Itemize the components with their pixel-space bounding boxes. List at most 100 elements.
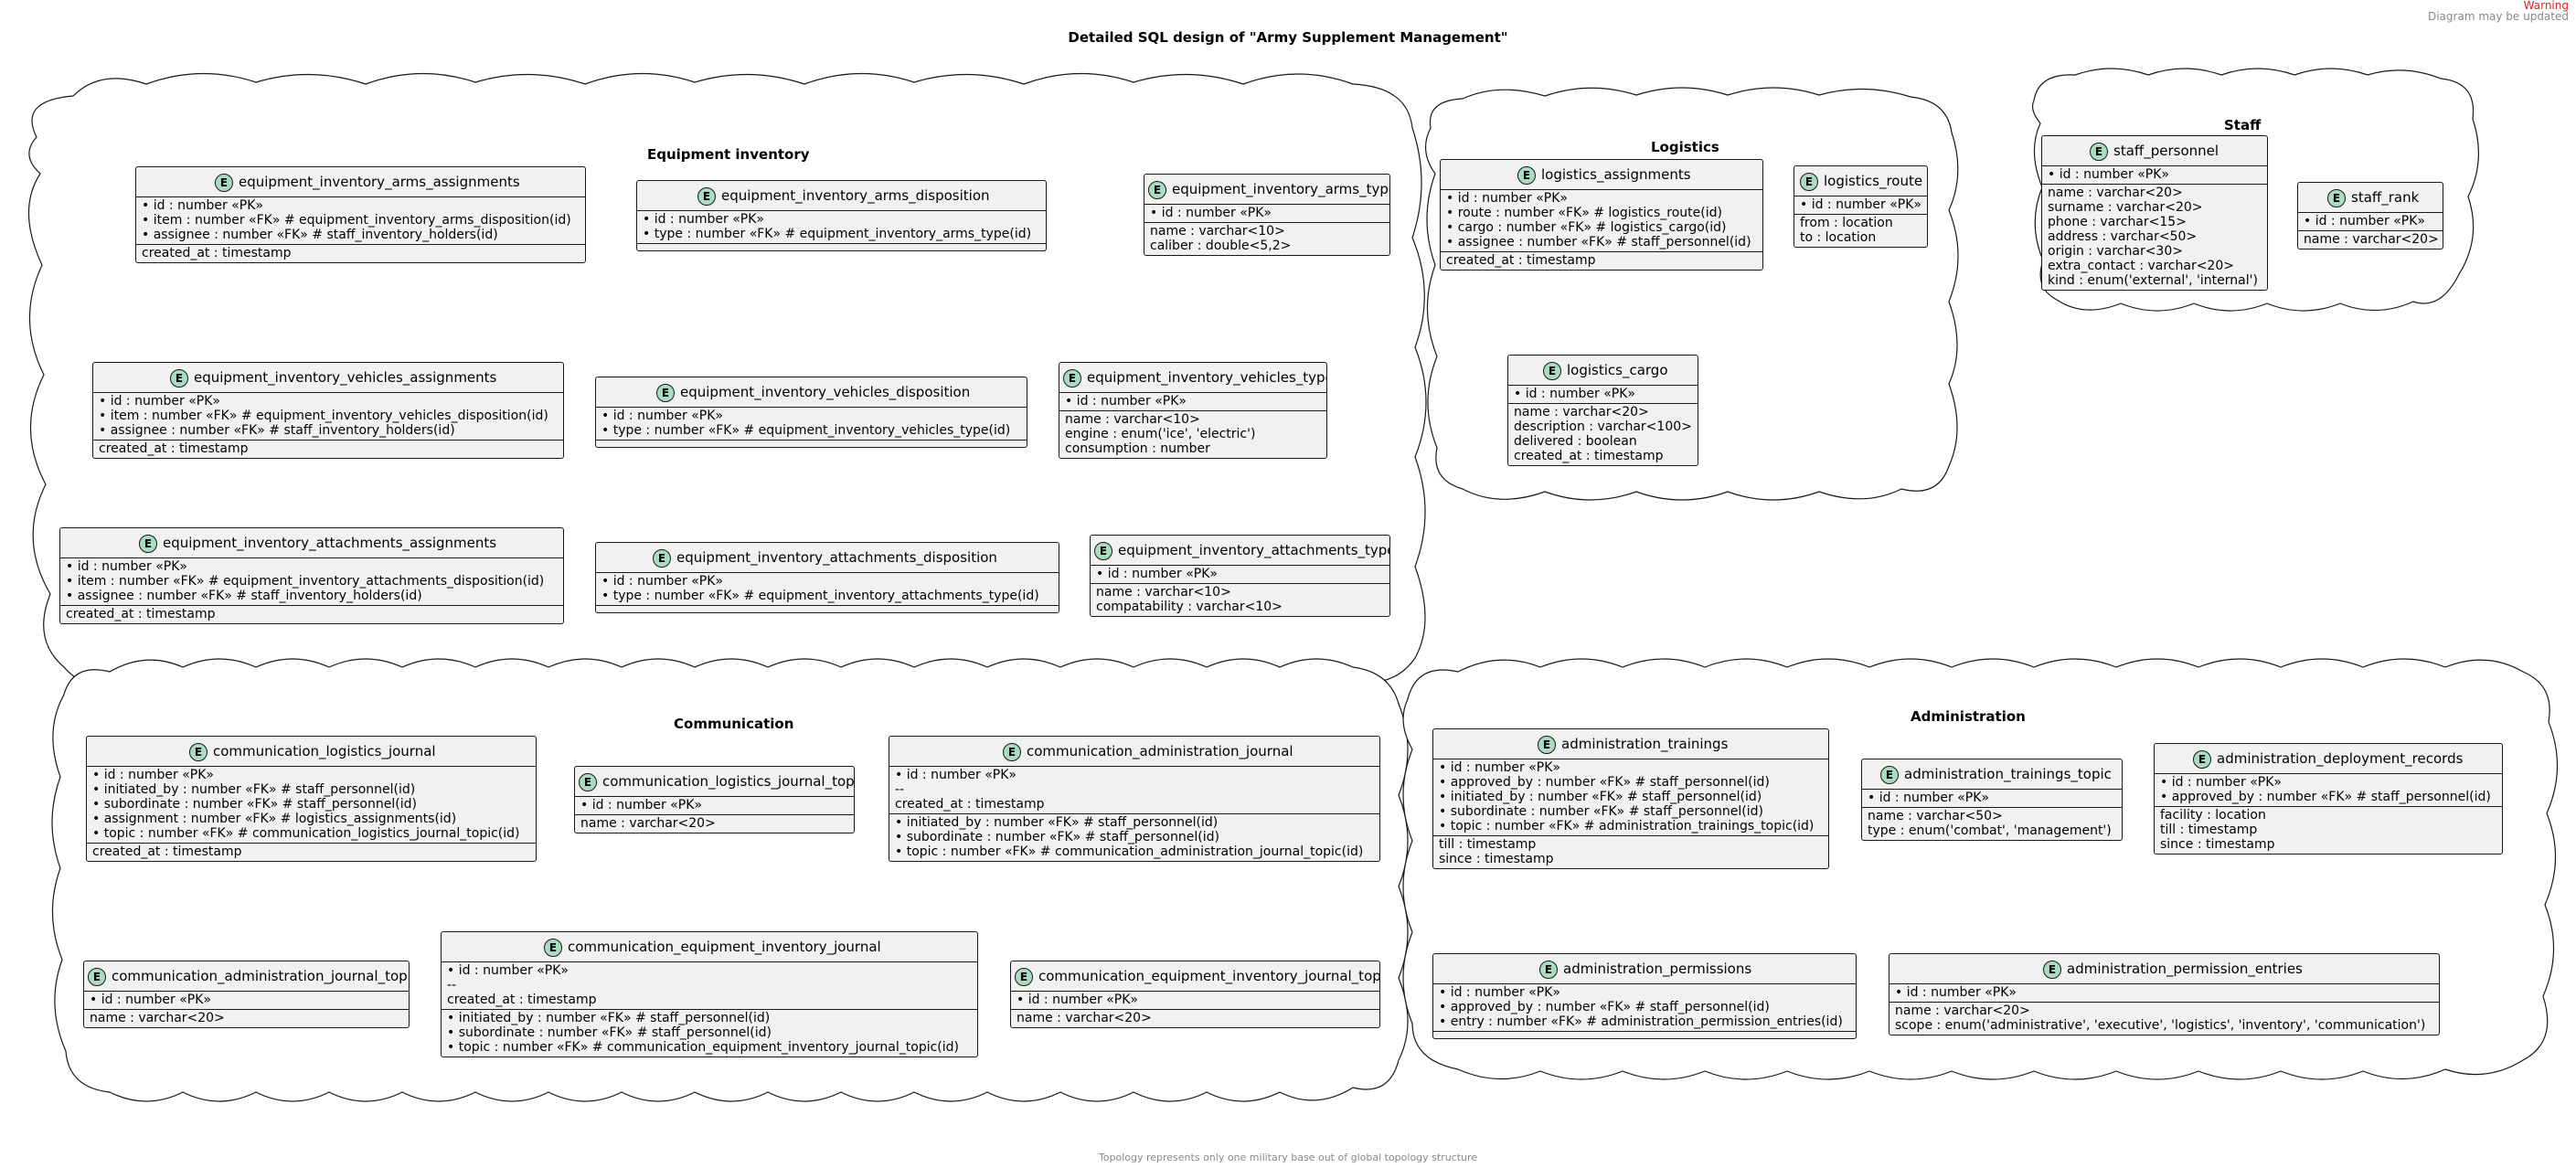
entity-attribute: • route : number «FK» # logistics_route(… — [1446, 206, 1722, 220]
entity-attribute: name : varchar<20> — [2048, 186, 2183, 200]
entity-attribute: • approved_by : number «FK» # staff_pers… — [1439, 1000, 1770, 1014]
entity-attribute: • subordinate : number «FK» # staff_pers… — [447, 1025, 772, 1040]
entity-name: equipment_inventory_attachments_disposit… — [676, 549, 997, 566]
entity-administration-trainings-topic: Eadministration_trainings_topic • id : nu… — [1861, 759, 2123, 841]
entity-name: administration_permissions — [1563, 961, 1752, 977]
entity-attribute: • id : number «PK» — [99, 394, 220, 409]
entity-logistics-assignments: Elogistics_assignments • id : number «PK»… — [1440, 159, 1763, 271]
entity-section: name : varchar<20> — [575, 815, 854, 833]
entity-header: Eequipment_inventory_attachments_assignm… — [60, 528, 563, 558]
entity-icon: E — [1880, 766, 1899, 784]
entity-icon: E — [697, 187, 716, 206]
entity-attribute: name : varchar<20> — [1895, 1003, 2030, 1018]
entity-name: administration_trainings_topic — [1904, 766, 2112, 782]
entity-header: Ecommunication_logistics_journal — [87, 737, 536, 767]
entity-attribute: • id : number «PK» — [1514, 387, 1635, 401]
entity-header: Elogistics_assignments — [1441, 160, 1762, 190]
entity-name: equipment_inventory_vehicles_type — [1087, 369, 1327, 386]
entity-attribute: extra_contact : varchar<20> — [2048, 259, 2234, 273]
entity-header: Eequipment_inventory_vehicles_assignment… — [93, 363, 563, 393]
entity-attribute: • initiated_by : number «FK» # staff_per… — [1439, 790, 1762, 804]
entity-attribute: • id : number «PK» — [895, 768, 1017, 782]
entity-attribute: • assignee : number «FK» # staff_personn… — [1446, 235, 1751, 250]
entity-section: • id : number «PK» — [2042, 166, 2267, 185]
entity-attribute: compatability : varchar<10> — [1096, 600, 1283, 614]
entity-logistics-cargo: Elogistics_cargo • id : number «PK» name :… — [1507, 355, 1698, 466]
entity-attribute: created_at : timestamp — [895, 797, 1045, 812]
entity-section: • id : number «PK» • approved_by : number… — [2155, 774, 2502, 807]
entity-equipment-inventory-vehicles-assignments: Eequipment_inventory_vehicles_assignment… — [92, 362, 564, 459]
entity-section: name : varchar<20> — [2298, 231, 2443, 249]
entity-attribute: description : varchar<100> — [1514, 419, 1692, 434]
entity-attribute: • id : number «PK» — [601, 409, 723, 423]
entity-icon: E — [1543, 362, 1561, 380]
package-label-logistics: Logistics — [1651, 139, 1719, 155]
entity-section: name : varchar<20> — [1011, 1010, 1379, 1027]
entity-attribute: • id : number «PK» — [90, 993, 211, 1007]
entity-section: • id : number «PK» • type : number «FK» #… — [596, 573, 1059, 606]
warning-subtitle: Diagram may be updated — [2427, 10, 2569, 23]
entity-attribute: consumption : number — [1065, 441, 1210, 456]
entity-equipment-inventory-attachments-disposition: Eequipment_inventory_attachments_disposi… — [595, 542, 1059, 613]
entity-attribute: created_at : timestamp — [92, 844, 242, 859]
entity-staff-rank: Estaff_rank • id : number «PK» name : varc… — [2297, 182, 2443, 250]
entity-name: administration_permission_entries — [2067, 961, 2303, 977]
entity-attribute: • id : number «PK» — [2304, 214, 2425, 228]
entity-section: • id : number «PK» — [1508, 386, 1698, 404]
entity-header: Estaff_rank — [2298, 183, 2443, 213]
entity-attribute: • id : number «PK» — [580, 798, 702, 812]
entity-header: Ecommunication_logistics_journal_topic — [575, 767, 854, 797]
entity-section: name : varchar<10> caliber : double<5,2> — [1144, 223, 1389, 255]
entity-attribute: • subordinate : number «FK» # staff_pers… — [92, 797, 417, 812]
entity-section: • id : number «PK» -- created_at : timesta… — [889, 767, 1379, 814]
entity-attribute: • initiated_by : number «FK» # staff_per… — [92, 782, 416, 797]
entity-name: communication_equipment_inventory_journa… — [1038, 968, 1380, 984]
entity-attribute: • subordinate : number «FK» # staff_pers… — [1439, 804, 1763, 819]
entity-header: Eadministration_deployment_records — [2155, 744, 2502, 774]
entity-equipment-inventory-vehicles-disposition: Eequipment_inventory_vehicles_dispositio… — [595, 377, 1027, 448]
entity-attribute: engine : enum('ice', 'electric') — [1065, 427, 1256, 441]
entity-communication-equipment-inventory-journal-topic: Ecommunication_equipment_inventory_journ… — [1010, 961, 1380, 1028]
entity-attribute: • entry : number «FK» # administration_p… — [1439, 1014, 1843, 1029]
entity-communication-administration-journal: Ecommunication_administration_journal • i… — [889, 736, 1380, 862]
entity-attribute: • id : number «PK» — [1096, 567, 1218, 581]
entity-section: • id : number «PK» — [575, 797, 854, 815]
entity-logistics-route: Elogistics_route • id : number «PK» from :… — [1794, 165, 1928, 248]
entity-communication-logistics-journal: Ecommunication_logistics_journal • id : n… — [86, 736, 537, 862]
entity-attribute: origin : varchar<30> — [2048, 244, 2183, 259]
entity-section: • id : number «PK» — [1794, 196, 1927, 215]
entity-icon: E — [544, 939, 562, 957]
entity-attribute: scope : enum('administrative', 'executiv… — [1895, 1018, 2426, 1033]
entity-section: • id : number «PK» — [2298, 213, 2443, 231]
entity-icon: E — [88, 968, 106, 986]
entity-section: created_at : timestamp — [93, 441, 563, 458]
entity-attribute: created_at : timestamp — [142, 246, 292, 260]
entity-section — [596, 441, 1027, 447]
entity-attribute: till : timestamp — [2160, 823, 2258, 837]
entity-section: • id : number «PK» • route : number «FK» … — [1441, 190, 1762, 252]
entity-section: created_at : timestamp — [1441, 252, 1762, 270]
entity-name: equipment_inventory_arms_disposition — [721, 187, 990, 204]
entity-attribute: name : varchar<10> — [1065, 412, 1200, 427]
entity-attribute: • id : number «PK» — [1446, 191, 1568, 206]
entity-icon: E — [653, 549, 671, 568]
entity-header: Eequipment_inventory_attachments_disposi… — [596, 543, 1059, 573]
entity-administration-trainings: Eadministration_trainings • id : number «… — [1432, 728, 1829, 869]
entity-attribute: • id : number «PK» — [1150, 206, 1272, 220]
entity-icon: E — [1517, 166, 1536, 185]
entity-name: logistics_assignments — [1541, 166, 1691, 183]
entity-attribute: phone : varchar<15> — [2048, 215, 2187, 229]
entity-attribute: • id : number «PK» — [92, 768, 214, 782]
entity-section: • id : number «PK» • item : number «FK» #… — [136, 197, 585, 245]
entity-section: • id : number «PK» • item : number «FK» #… — [60, 558, 563, 606]
entity-attribute: • subordinate : number «FK» # staff_pers… — [895, 830, 1219, 844]
entity-attribute: name : varchar<50> — [1868, 809, 2003, 823]
entity-attribute: facility : location — [2160, 808, 2266, 823]
entity-section: name : varchar<20> scope : enum('administ… — [1889, 1003, 2439, 1035]
entity-section — [1433, 1032, 1856, 1038]
entity-header: Eequipment_inventory_arms_assignments — [136, 167, 585, 197]
entity-header: Ecommunication_administration_journal — [889, 737, 1379, 767]
entity-attribute: • type : number «FK» # equipment_invento… — [601, 589, 1039, 603]
entity-attribute: to : location — [1800, 230, 1877, 245]
entity-attribute: • id : number «PK» — [643, 212, 764, 227]
